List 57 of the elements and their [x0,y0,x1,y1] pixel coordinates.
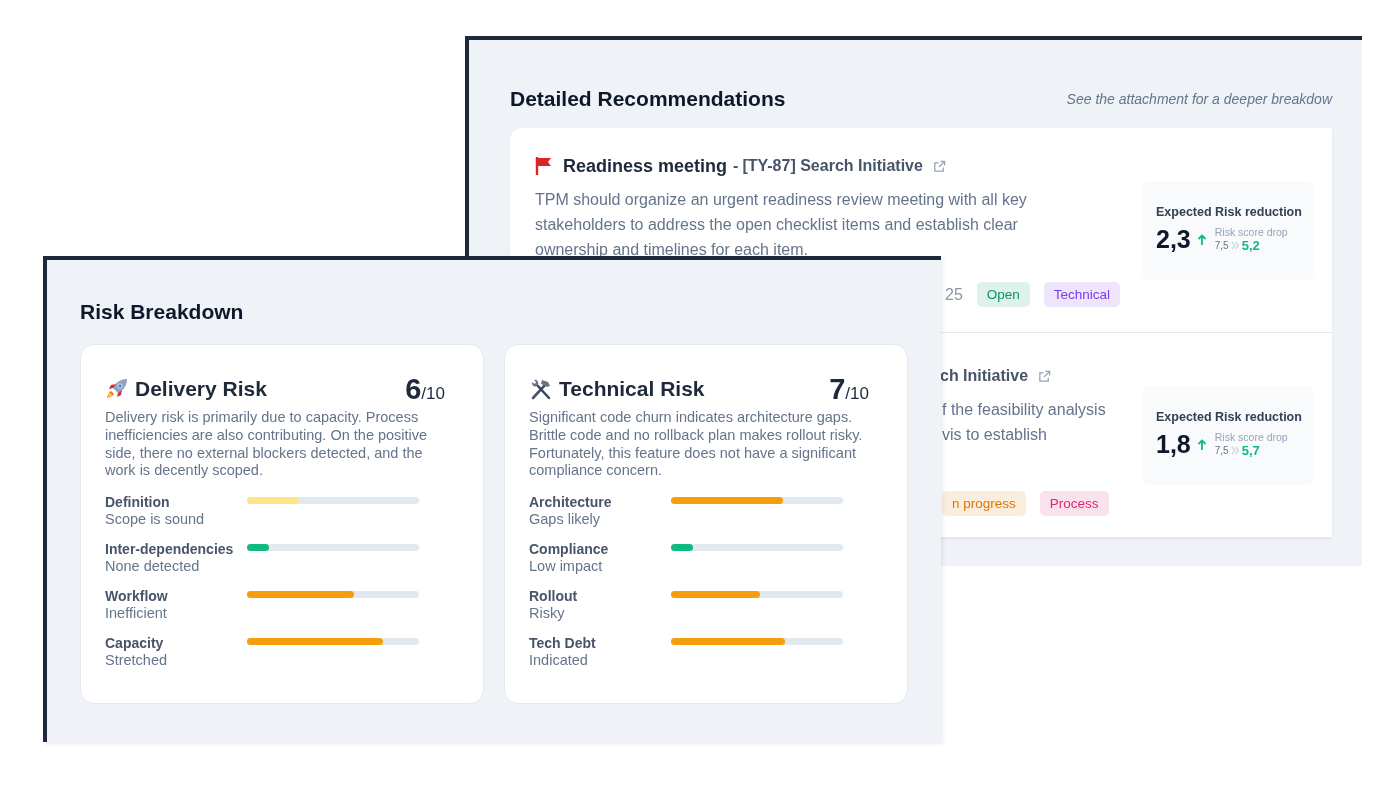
hammer-wrench-icon [529,377,553,401]
factor-name: Rollout [529,588,579,606]
score-max: /10 [845,383,869,404]
score-to: 5,2 [1241,238,1260,253]
panel-title: Detailed Recommendations [510,87,786,111]
flag-icon [535,156,553,176]
status-tag: Technical [1043,282,1121,307]
factor-status: Indicated [529,652,589,670]
reduction-value: 2,3 [1156,225,1191,254]
separator-text: - [733,157,739,175]
card-description: Significant code churn indicates architecture gaps. Brittle code and no rollback plan makes rollout risky. Fortunately, this feature does not have a significant compliance concern. [529,409,864,481]
chevron-icon [1230,446,1240,455]
factor-status: Low impact [529,558,604,576]
hint-text: See the attachment for a deeper breakdow [1066,91,1332,107]
recommendation-text: f the feasibility analysis vis to establish [942,400,1107,445]
date-text: 25 [945,285,963,304]
chevron-icon [1230,241,1240,250]
score-from: 7,5 [1214,240,1229,251]
factor-status: Gaps likely [529,511,601,529]
card-title: Delivery Risk [135,377,268,401]
factor-name: Architecture [529,494,613,512]
drop-label: Risk score drop [1214,226,1288,238]
score-from: 7,5 [1214,445,1229,456]
card-title: Technical Risk [559,377,706,401]
reduction-label: Expected Risk reduction [1156,410,1303,424]
score-max: /10 [421,383,445,404]
factor-status: Inefficient [105,605,168,623]
factor-status: Scope is sound [105,511,206,529]
status-tag: Open [976,282,1030,307]
card-description: Delivery risk is primarily due to capacity. Process inefficiencies are also contributing. On the positive side, there no external blockers detected, and the work is decently scoped. [105,409,429,481]
arrow-up-icon [1196,233,1207,246]
factor-status: Stretched [105,652,169,670]
factor-status: Risky [529,605,566,623]
status-tag: Process [1039,491,1109,516]
external-link-icon[interactable] [932,159,946,173]
ticket-link[interactable]: [TY-87] Search Initiative [742,157,923,175]
status-tag: n progress [942,491,1026,516]
factor-name: Inter-dependencies [105,541,235,559]
risk-score: 7 [829,372,846,406]
drop-label: Risk score drop [1214,431,1288,443]
rocket-icon [105,377,129,401]
factor-name: Tech Debt [529,635,597,653]
factor-name: Workflow [105,588,169,606]
arrow-up-icon [1196,438,1207,451]
reduction-label: Expected Risk reduction [1156,205,1303,219]
risk-score: 6 [405,372,422,406]
ticket-link[interactable]: ch Initiative [940,367,1029,385]
factor-name: Compliance [529,541,610,559]
recommendation-title: Readiness meeting [563,155,728,177]
factor-status: None detected [105,558,201,576]
external-link-icon[interactable] [1038,369,1052,383]
reduction-value: 1,8 [1156,430,1191,459]
recommendation-text: TPM should organize an urgent readiness review meeting with all key stakeholders to address the open checklist items and establish clear ownership and timelines for each item. [535,190,1028,260]
panel-title: Risk Breakdown [80,300,245,324]
factor-name: Capacity [105,635,165,653]
factor-name: Definition [105,494,171,512]
score-to: 5,7 [1241,443,1260,458]
